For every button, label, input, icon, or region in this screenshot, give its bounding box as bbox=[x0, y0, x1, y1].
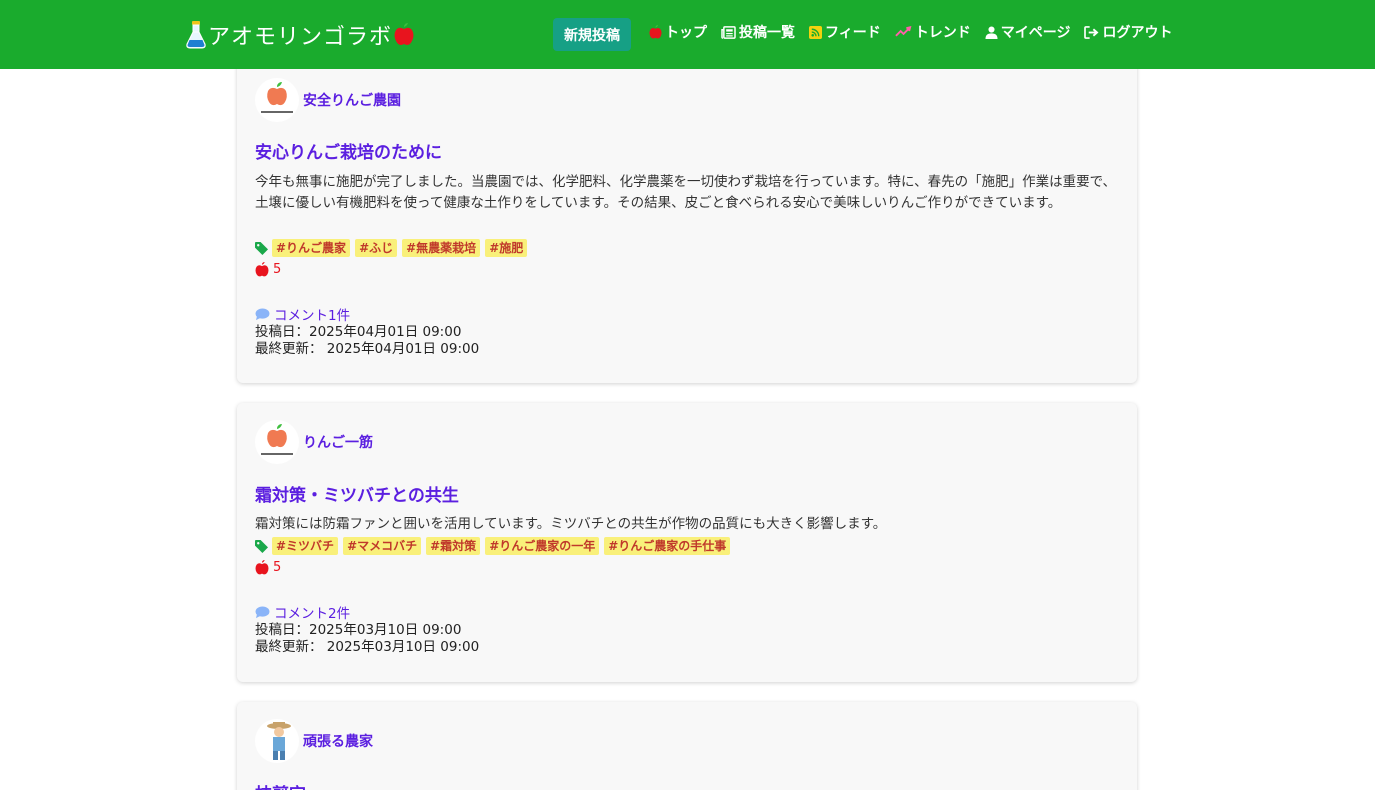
nav-top[interactable]: トップ bbox=[649, 22, 707, 42]
tag-icon bbox=[255, 539, 268, 553]
post-dates: 投稿日：2025年03月10日 09:00 最終更新： 2025年03月10日 … bbox=[255, 622, 479, 656]
apple-logo-icon bbox=[394, 23, 414, 45]
posted-date: 投稿日：2025年03月10日 09:00 bbox=[255, 622, 462, 638]
updated-date: 最終更新： 2025年03月10日 09:00 bbox=[255, 639, 480, 655]
apple-like-icon bbox=[255, 560, 269, 575]
logout-icon bbox=[1084, 25, 1099, 39]
tag[interactable]: #霜対策 bbox=[426, 537, 481, 555]
comment-icon bbox=[255, 307, 270, 320]
post-card: 安全りんご農園 安心りんご栽培のために 今年も無事に施肥が完了しました。当農園で… bbox=[237, 38, 1137, 383]
apple-avatar-icon bbox=[261, 424, 293, 455]
author-name: 頑張る農家 bbox=[303, 734, 373, 750]
nav-feed[interactable]: フィード bbox=[809, 22, 881, 42]
newspaper-icon bbox=[721, 25, 736, 39]
tag-list: #ミツバチ #マメコバチ #霜対策 #りんご農家の一年 #りんご農家の手仕事 bbox=[255, 537, 735, 555]
brand-logo[interactable]: アオモリンゴラボ bbox=[186, 20, 414, 50]
flask-icon bbox=[186, 21, 206, 49]
author-name: りんご一筋 bbox=[303, 435, 373, 451]
tag[interactable]: #マメコバチ bbox=[343, 537, 422, 555]
post-author[interactable]: 頑張る農家 bbox=[255, 719, 373, 763]
top-navbar: アオモリンゴラボ 新規投稿 トップ 投稿一覧 フィード トレンド マイページ ロ… bbox=[0, 0, 1375, 69]
comment-icon bbox=[255, 605, 270, 618]
comments-link[interactable]: コメント2件 bbox=[255, 602, 350, 622]
avatar bbox=[255, 719, 299, 763]
post-title[interactable]: 枝剪定 bbox=[255, 780, 306, 790]
comments-label: コメント2件 bbox=[274, 606, 351, 622]
user-icon bbox=[985, 25, 998, 39]
post-title[interactable]: 霜対策・ミツバチとの共生 bbox=[255, 481, 459, 506]
like-button[interactable]: 5 bbox=[255, 560, 281, 575]
post-card: りんご一筋 霜対策・ミツバチとの共生 霜対策には防霜ファンと囲いを活用しています… bbox=[237, 403, 1137, 682]
updated-date: 最終更新： 2025年04月01日 09:00 bbox=[255, 341, 480, 357]
nav-top-label: トップ bbox=[665, 25, 707, 41]
nav-feed-label: フィード bbox=[825, 25, 881, 41]
like-button[interactable]: 5 bbox=[255, 262, 281, 277]
author-name: 安全りんご農園 bbox=[303, 93, 401, 109]
apple-like-icon bbox=[255, 262, 269, 277]
comments-link[interactable]: コメント1件 bbox=[255, 304, 350, 324]
avatar bbox=[255, 78, 299, 122]
tag[interactable]: #ミツバチ bbox=[272, 537, 339, 555]
post-author[interactable]: りんご一筋 bbox=[255, 420, 373, 464]
post-card: 頑張る農家 枝剪定 bbox=[237, 702, 1137, 790]
nav-logout[interactable]: ログアウト bbox=[1084, 22, 1172, 42]
apple-avatar-icon bbox=[261, 82, 293, 113]
rss-icon bbox=[809, 25, 822, 39]
nav-mypage[interactable]: マイページ bbox=[985, 22, 1071, 42]
nav-links: トップ 投稿一覧 フィード トレンド マイページ ログアウト bbox=[649, 21, 1186, 43]
like-count: 5 bbox=[273, 560, 282, 575]
like-count: 5 bbox=[273, 262, 282, 277]
post-dates: 投稿日：2025年04月01日 09:00 最終更新： 2025年04月01日 … bbox=[255, 324, 479, 358]
brand-name: アオモリンゴラボ bbox=[208, 25, 393, 50]
tag[interactable]: #ふじ bbox=[355, 239, 398, 257]
tag[interactable]: #りんご農家の手仕事 bbox=[604, 537, 731, 555]
tag[interactable]: #無農薬栽培 bbox=[402, 239, 481, 257]
farmer-avatar-icon bbox=[267, 722, 291, 760]
post-body: 今年も無事に施肥が完了しました。当農園では、化学肥料、化学農薬を一切使わず栽培を… bbox=[255, 174, 1117, 211]
tag-icon bbox=[255, 241, 268, 255]
nav-posts-label: 投稿一覧 bbox=[739, 25, 795, 41]
nav-posts[interactable]: 投稿一覧 bbox=[721, 22, 795, 42]
nav-mypage-label: マイページ bbox=[1000, 25, 1071, 41]
trend-icon bbox=[895, 26, 912, 37]
avatar bbox=[255, 420, 299, 464]
nav-trend-label: トレンド bbox=[914, 25, 971, 41]
nav-trend[interactable]: トレンド bbox=[895, 22, 971, 42]
posted-date: 投稿日：2025年04月01日 09:00 bbox=[255, 324, 462, 340]
new-post-button[interactable]: 新規投稿 bbox=[553, 18, 631, 51]
tag[interactable]: #りんご農家の一年 bbox=[485, 537, 600, 555]
nav-logout-label: ログアウト bbox=[1102, 25, 1173, 41]
post-title[interactable]: 安心りんご栽培のために bbox=[255, 138, 442, 163]
tag-list: #りんご農家 #ふじ #無農薬栽培 #施肥 bbox=[255, 239, 532, 257]
tag[interactable]: #施肥 bbox=[485, 239, 528, 257]
post-body: 霜対策には防霜ファンと囲いを活用しています。ミツバチとの共生が作物の品質にも大き… bbox=[255, 516, 887, 532]
post-author[interactable]: 安全りんご農園 bbox=[255, 78, 401, 122]
comments-label: コメント1件 bbox=[274, 308, 351, 324]
apple-icon bbox=[649, 25, 662, 39]
tag[interactable]: #りんご農家 bbox=[272, 239, 351, 257]
